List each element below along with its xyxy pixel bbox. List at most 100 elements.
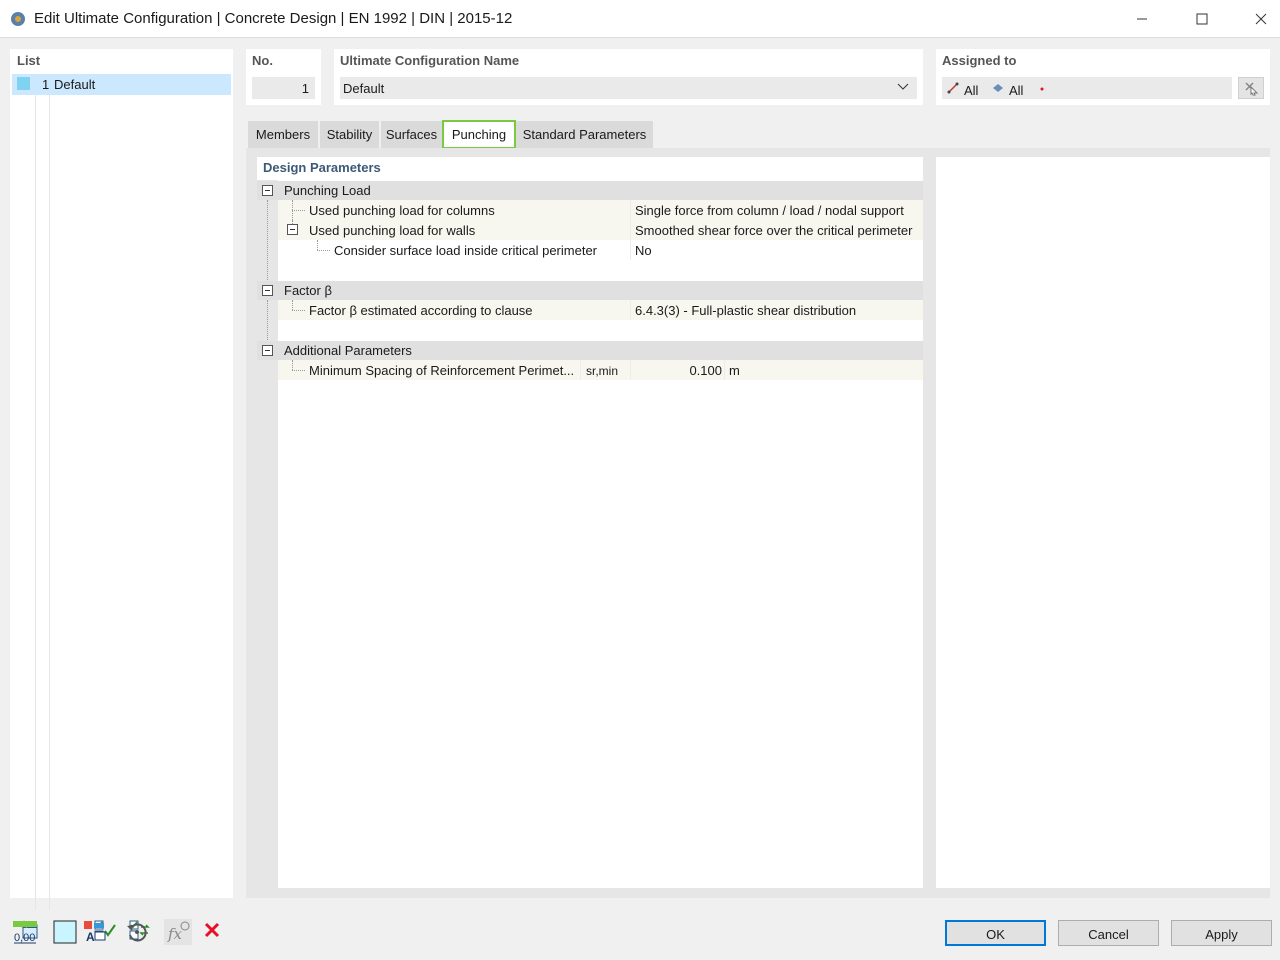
text-display-button[interactable]: A <box>81 918 109 946</box>
param-value[interactable]: Single force from column / load / nodal … <box>635 203 904 218</box>
clear-assignment-button[interactable] <box>1238 77 1264 99</box>
minimize-icon <box>1137 18 1147 20</box>
param-row-punching-load-walls[interactable]: Used punching load for walls Smoothed sh… <box>278 220 923 240</box>
configuration-name-value: Default <box>343 81 385 96</box>
tree-line <box>292 370 305 371</box>
assigned-to-panel: Assigned to All All <box>936 49 1270 105</box>
param-row-min-spacing-reinforcement[interactable]: Minimum Spacing of Reinforcement Perimet… <box>278 360 923 380</box>
param-label: Used punching load for walls <box>309 223 476 238</box>
nodes-icon <box>1040 87 1044 91</box>
maximize-icon <box>1196 13 1208 25</box>
cancel-button[interactable]: Cancel <box>1058 920 1159 946</box>
list-header: List <box>17 53 41 68</box>
app-icon <box>11 12 25 26</box>
param-label: Consider surface load inside critical pe… <box>334 243 598 258</box>
reset-icon <box>127 923 147 942</box>
ok-button[interactable]: OK <box>945 920 1046 946</box>
group-label: Factor β <box>284 283 332 298</box>
design-parameters-header: Design Parameters <box>263 160 381 175</box>
chevron-down-icon <box>897 83 909 90</box>
param-value[interactable]: 6.4.3(3) - Full-plastic shear distributi… <box>635 303 856 318</box>
param-value[interactable]: Smoothed shear force over the critical p… <box>635 223 912 238</box>
column-separator <box>630 300 631 320</box>
decimal-places-glyph: 0,00 <box>14 932 35 944</box>
number-header: No. <box>252 53 273 68</box>
preview-panel <box>936 157 1270 888</box>
reset-button[interactable] <box>123 918 151 946</box>
tree-line <box>292 300 293 310</box>
units-decimals-button[interactable]: 0,00 <box>11 918 39 946</box>
color-button[interactable] <box>51 918 79 946</box>
tab-surfaces[interactable]: Surfaces <box>381 121 442 148</box>
number-panel: No. 1 <box>246 49 321 105</box>
group-additional-parameters[interactable]: Additional Parameters <box>257 341 923 360</box>
collapse-icon[interactable] <box>262 345 273 356</box>
tree-line <box>292 310 305 311</box>
list-item[interactable]: 1 Default <box>12 74 231 95</box>
title-bar: Edit Ultimate Configuration | Concrete D… <box>0 0 1280 38</box>
param-row-factor-beta-clause[interactable]: Factor β estimated according to clause 6… <box>278 300 923 320</box>
configuration-name-panel: Ultimate Configuration Name Default <box>334 49 923 105</box>
param-value[interactable]: No <box>635 243 652 258</box>
assigned-to-header: Assigned to <box>942 53 1017 68</box>
group-label: Additional Parameters <box>284 343 412 358</box>
formula-glyph: fx <box>167 925 183 943</box>
assigned-surfaces-label: All <box>1009 83 1024 98</box>
tab-stability[interactable]: Stability <box>320 121 379 148</box>
param-symbol: sr,min <box>586 364 619 378</box>
decimal-places-icon: 0,00 <box>13 921 37 944</box>
formula-button[interactable]: fx <box>164 918 192 946</box>
param-row-punching-load-columns[interactable]: Used punching load for columns Single fo… <box>278 200 923 220</box>
tree-line <box>317 240 318 250</box>
group-label: Punching Load <box>284 183 371 198</box>
list-item-name: Default <box>54 77 96 92</box>
configuration-name-header: Ultimate Configuration Name <box>340 53 520 68</box>
display-settings-icon: A <box>84 921 106 944</box>
delete-icon <box>204 922 220 938</box>
delete-configuration-button[interactable] <box>199 917 225 943</box>
tab-members[interactable]: Members <box>248 121 318 148</box>
group-factor-beta[interactable]: Factor β <box>257 281 923 300</box>
tree-line <box>317 250 330 251</box>
collapse-icon[interactable] <box>262 285 273 296</box>
list-item-color-swatch <box>17 77 30 90</box>
column-separator <box>724 360 725 380</box>
apply-button[interactable]: Apply <box>1171 920 1272 946</box>
window-title: Edit Ultimate Configuration | Concrete D… <box>34 10 513 27</box>
members-icon <box>947 82 959 94</box>
collapse-icon[interactable] <box>262 185 273 196</box>
param-label: Factor β estimated according to clause <box>309 303 533 318</box>
minimize-button[interactable] <box>1119 0 1165 38</box>
close-button[interactable] <box>1238 0 1280 38</box>
column-separator <box>630 360 631 380</box>
column-separator <box>630 240 631 260</box>
group-punching-load[interactable]: Punching Load <box>257 181 923 200</box>
configuration-name-select[interactable]: Default <box>340 77 917 99</box>
param-label: Minimum Spacing of Reinforcement Perimet… <box>309 363 575 378</box>
number-field: 1 <box>252 77 315 99</box>
tree-line <box>267 200 268 280</box>
param-row-surface-load-critical-perimeter[interactable]: Consider surface load inside critical pe… <box>278 240 923 260</box>
maximize-button[interactable] <box>1179 0 1225 38</box>
list-column-divider <box>49 95 50 910</box>
color-swatch-icon <box>53 920 77 944</box>
tab-standard-parameters[interactable]: Standard Parameters <box>516 121 653 148</box>
surfaces-icon <box>993 84 1003 92</box>
close-icon <box>1255 13 1267 25</box>
param-value[interactable]: 0.100 <box>635 363 722 378</box>
text-style-glyph: A <box>86 930 95 944</box>
tree-line <box>292 210 305 211</box>
tab-punching[interactable]: Punching <box>442 120 516 149</box>
design-parameters-panel: Design Parameters Punching Load Used pun… <box>257 157 923 888</box>
assigned-to-field[interactable]: All All <box>942 77 1232 99</box>
list-item-number: 1 <box>42 77 50 92</box>
collapse-icon[interactable] <box>287 224 298 235</box>
column-separator <box>630 220 631 240</box>
param-label: Used punching load for columns <box>309 203 495 218</box>
assigned-members-label: All <box>964 83 979 98</box>
column-separator <box>580 360 581 380</box>
tree-line <box>267 300 268 340</box>
list-column-divider <box>35 95 36 910</box>
column-separator <box>630 200 631 220</box>
formula-icon: fx <box>164 919 192 945</box>
